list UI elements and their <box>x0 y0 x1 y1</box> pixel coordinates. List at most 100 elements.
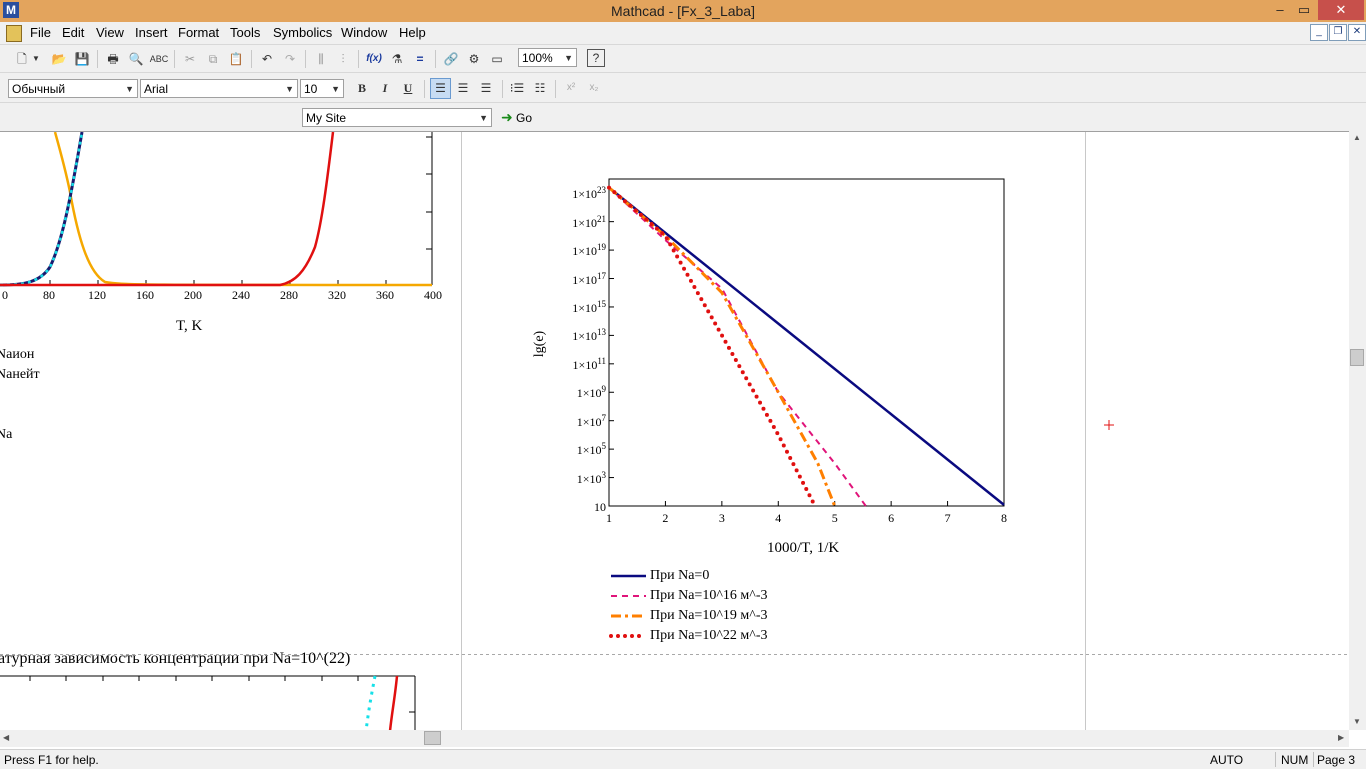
main-xtick-label: 6 <box>888 511 895 525</box>
status-num: NUM <box>1281 753 1309 767</box>
main-legend-item: При Na=10^19 м^-3 <box>650 608 768 623</box>
mdi-minimize-button[interactable]: _ <box>1310 24 1328 41</box>
main-xtick-label: 1 <box>606 511 612 525</box>
zoom-select[interactable]: 100% ▼ <box>518 48 577 67</box>
menu-edit[interactable]: Edit <box>62 25 84 40</box>
vertical-scroll-thumb[interactable] <box>1350 349 1364 366</box>
menu-view[interactable]: View <box>96 25 124 40</box>
left-xtick: 360 <box>376 288 394 302</box>
mdi-restore-button[interactable]: ❐ <box>1329 24 1347 41</box>
superscript-icon[interactable]: x² <box>561 78 581 98</box>
formatting-toolbar: Обычный ▼ Arial ▼ 10 ▼ B I U ☰ ☰ ☰ ⁝☰ ☷ x² … <box>0 72 1366 103</box>
left-plot[interactable] <box>0 132 433 287</box>
menu-format[interactable]: Format <box>178 25 219 40</box>
left-xtick: 320 <box>328 288 346 302</box>
main-ytick-label: 1×1021 <box>572 213 606 230</box>
subscript-icon[interactable]: x₂ <box>584 78 604 98</box>
insert-unit-icon[interactable]: ⚗ <box>387 49 407 69</box>
scroll-up-icon[interactable]: ▲ <box>1353 133 1361 142</box>
mdi-close-button[interactable]: ✕ <box>1348 24 1366 41</box>
left-legend-item: Nаион <box>0 347 35 362</box>
restore-button[interactable]: ▭ <box>1292 0 1316 20</box>
standard-toolbar: 🗋 ▼ 📂 💾 🖶 🔍 ABC ✂ ⧉ 📋 ↶ ↷ ⫼ ⫶ f(x) ⚗ = 🔗… <box>0 44 1366 73</box>
scroll-right-icon[interactable]: ▶ <box>1338 733 1344 742</box>
menu-window[interactable]: Window <box>341 25 387 40</box>
component-wizard-icon[interactable]: ⚙ <box>464 49 484 69</box>
horizontal-scrollbar[interactable]: ◀ ▶ <box>0 730 1349 747</box>
menu-help[interactable]: Help <box>399 25 426 40</box>
main-plot-xlabel: 1000/T, 1/K <box>767 540 840 556</box>
resources-toolbar: My Site ▼ ➜ Go <box>0 102 1366 132</box>
align-left-icon[interactable]: ☰ <box>430 78 451 99</box>
scroll-left-icon[interactable]: ◀ <box>3 733 9 742</box>
new-dropdown-icon[interactable]: ▼ <box>30 49 42 69</box>
left-xtick: 0 <box>2 288 8 302</box>
align-across-icon[interactable]: ⫼ <box>311 49 331 69</box>
left-xtick: 240 <box>232 288 250 302</box>
help-icon[interactable]: ? <box>587 49 605 67</box>
cut-icon[interactable]: ✂ <box>180 49 200 69</box>
print-icon[interactable]: 🖶 <box>103 49 123 69</box>
main-plot[interactable] <box>607 178 1005 508</box>
minimize-button[interactable]: – <box>1268 0 1292 20</box>
close-button[interactable]: ✕ <box>1318 0 1364 20</box>
align-down-icon[interactable]: ⫶ <box>333 49 353 69</box>
left-legend-item: Na <box>0 427 13 442</box>
bullets-icon[interactable]: ⁝☰ <box>507 78 527 98</box>
open-icon[interactable]: 📂 <box>49 49 69 69</box>
main-legend-item: При Na=0 <box>650 568 710 583</box>
save-icon[interactable]: 💾 <box>72 49 92 69</box>
left-xtick: 400 <box>424 288 442 302</box>
bold-button[interactable]: B <box>352 78 372 98</box>
spell-check-icon[interactable]: ABC <box>149 49 169 69</box>
align-right-icon[interactable]: ☰ <box>476 78 496 98</box>
font-size-select[interactable]: 10 ▼ <box>300 79 344 98</box>
main-ytick-label: 1×1011 <box>572 355 606 372</box>
menu-tools[interactable]: Tools <box>230 25 260 40</box>
left-xtick: 160 <box>136 288 154 302</box>
style-select[interactable]: Обычный ▼ <box>8 79 138 98</box>
main-series-line-3 <box>607 185 817 508</box>
align-center-icon[interactable]: ☰ <box>453 78 473 98</box>
paste-icon[interactable]: 📋 <box>226 49 246 69</box>
menu-symbolics[interactable]: Symbolics <box>273 25 332 40</box>
menu-file[interactable]: File <box>30 25 51 40</box>
copy-icon[interactable]: ⧉ <box>203 49 223 69</box>
main-xtick-label: 4 <box>775 511 782 525</box>
title-bar: M Mathcad - [Fx_3_Laba] – ▭ ✕ <box>0 0 1366 22</box>
status-auto: AUTO <box>1210 753 1244 767</box>
menu-insert[interactable]: Insert <box>135 25 168 40</box>
main-ytick-label: 1×103 <box>576 469 606 486</box>
go-button[interactable]: Go <box>516 111 532 125</box>
site-select[interactable]: My Site ▼ <box>302 108 492 127</box>
horizontal-scroll-thumb[interactable] <box>424 731 441 745</box>
run-script-icon[interactable]: ▭ <box>487 49 507 69</box>
main-ytick-label: 1×1015 <box>572 298 606 315</box>
calculate-icon[interactable]: = <box>410 49 430 69</box>
main-series-line-2 <box>608 186 837 507</box>
new-icon[interactable]: 🗋 <box>12 49 32 69</box>
underline-button[interactable]: U <box>398 78 418 98</box>
window-title: Mathcad - [Fx_3_Laba] <box>611 3 755 19</box>
main-series-line-0 <box>608 186 1005 506</box>
status-bar: Press F1 for help. AUTO NUM Page 3 <box>0 749 1366 769</box>
worksheet[interactable]: 0 80 120 160 200 240 280 320 360 400 T, … <box>0 131 1349 731</box>
left-curve-orange <box>53 132 433 287</box>
vertical-scrollbar[interactable]: ▲ ▼ <box>1349 131 1366 730</box>
italic-button[interactable]: I <box>375 78 395 98</box>
undo-icon[interactable]: ↶ <box>257 49 277 69</box>
numbering-icon[interactable]: ☷ <box>530 78 550 98</box>
left-xtick: 200 <box>184 288 202 302</box>
insert-function-icon[interactable]: f(x) <box>364 49 384 69</box>
scroll-down-icon[interactable]: ▼ <box>1353 717 1361 726</box>
redo-icon[interactable]: ↷ <box>280 49 300 69</box>
menu-bar: File Edit View Insert Format Tools Symbo… <box>0 22 1366 44</box>
document-icon[interactable] <box>6 25 22 42</box>
main-ytick-label: 1×1023 <box>572 185 606 202</box>
left-xtick: 80 <box>43 288 55 302</box>
font-select[interactable]: Arial ▼ <box>140 79 298 98</box>
go-arrow-icon[interactable]: ➜ <box>501 109 513 126</box>
print-preview-icon[interactable]: 🔍 <box>126 49 146 69</box>
insert-hyperlink-icon[interactable]: 🔗 <box>441 49 461 69</box>
bottom-plot[interactable] <box>0 675 416 731</box>
